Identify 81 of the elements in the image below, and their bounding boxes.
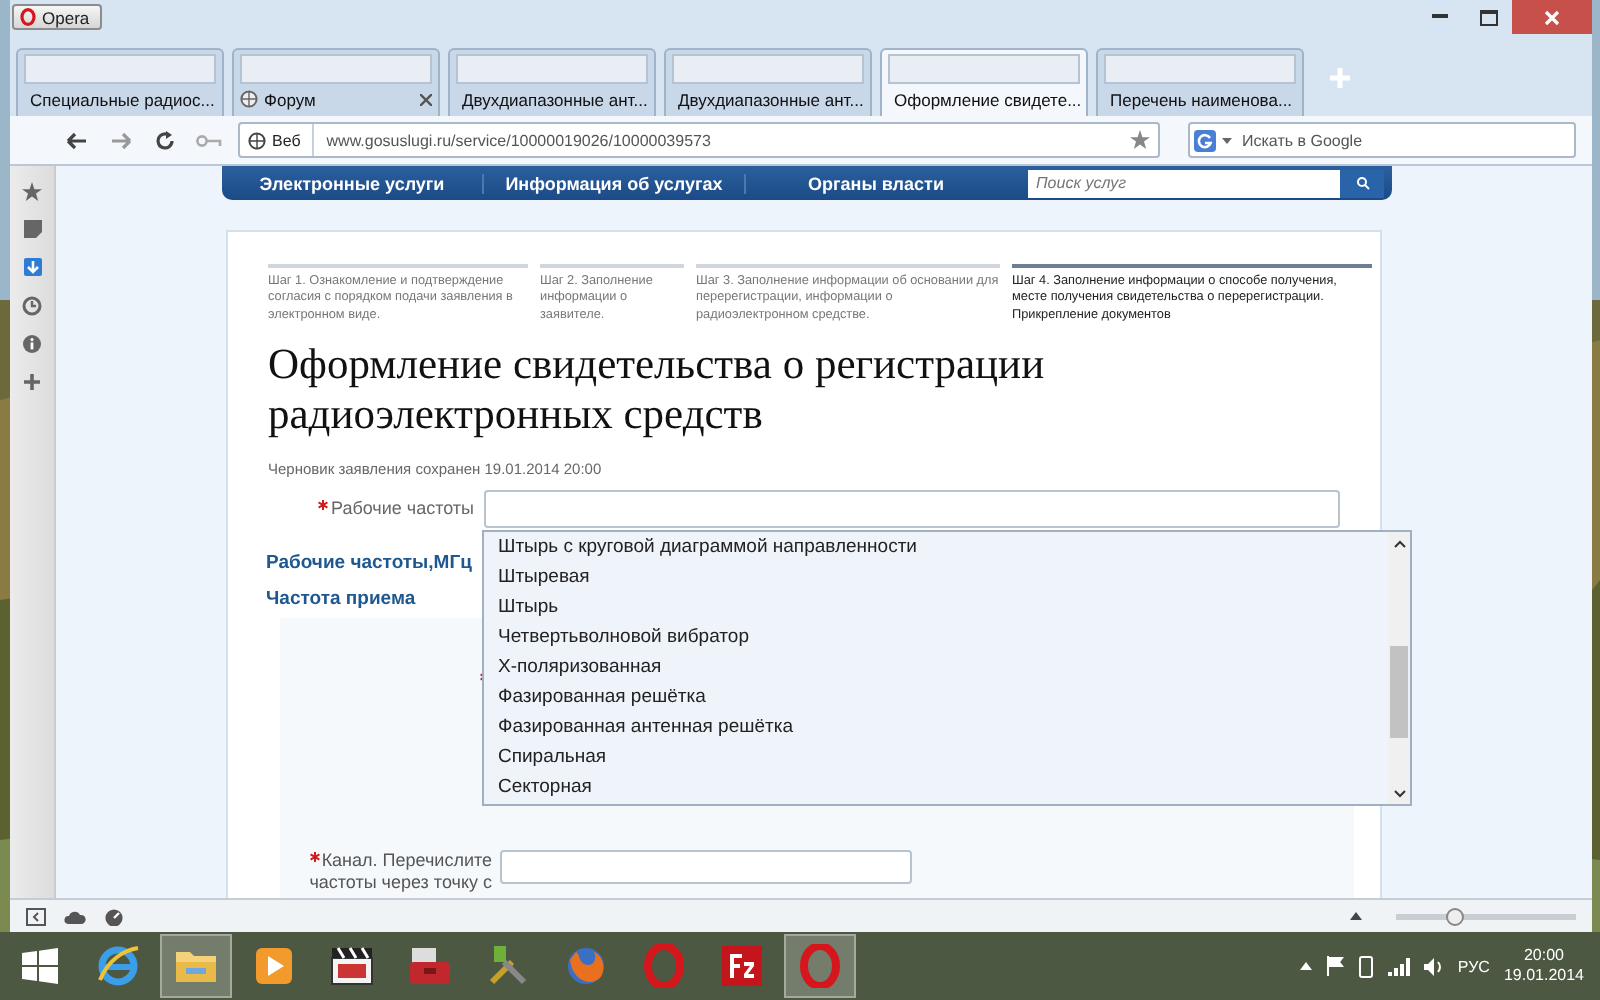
zoom-slider[interactable] (1396, 913, 1576, 919)
cloud-icon[interactable] (64, 909, 86, 923)
browser-tab[interactable]: Двухдиапазонные ант... (448, 48, 656, 116)
caret-icon (1222, 137, 1232, 143)
g-logo-icon (1194, 129, 1216, 151)
fox-globe-icon (564, 944, 608, 988)
search-button[interactable] (1340, 169, 1384, 197)
close-button[interactable] (1512, 0, 1592, 34)
folder-icon (174, 946, 218, 986)
nav-link[interactable]: Органы власти (744, 173, 1006, 193)
section-heading: Рабочие частоты,МГц (266, 551, 472, 574)
close-tab-icon[interactable] (420, 93, 432, 106)
dropdown-option[interactable]: Штыревая (484, 562, 1388, 592)
star-icon[interactable] (20, 178, 44, 204)
tab-title: Перечень наименова... (1110, 89, 1293, 110)
globe-icon (240, 90, 258, 109)
minimize-icon (1432, 14, 1448, 20)
windows-icon (22, 948, 58, 984)
panel-toggle-icon[interactable] (26, 907, 46, 925)
tab-title: Оформление свидете... (894, 89, 1082, 110)
dropdown-option[interactable]: Секторная (484, 772, 1388, 802)
section-subheading: Частота приема (266, 587, 416, 610)
search-icon (1355, 176, 1369, 190)
browser-tab[interactable]: Оформление свидете... (880, 48, 1088, 116)
scroll-thumb[interactable] (1390, 646, 1408, 738)
browser-tab[interactable]: Специальные радиос... (16, 48, 224, 116)
star-icon[interactable] (1130, 130, 1150, 150)
dropdown-option[interactable]: Фазированная антенная решётка (484, 712, 1388, 742)
note-icon[interactable] (20, 216, 44, 242)
dropdown-option[interactable]: X-поляризованная (484, 652, 1388, 682)
search-field[interactable]: Искать в Google (1188, 122, 1576, 158)
search-input[interactable]: Искать в Google (1238, 129, 1574, 151)
dropdown-option[interactable]: Спиральная (484, 742, 1388, 772)
speedometer-icon[interactable] (104, 907, 124, 925)
clock[interactable]: 20:00 19.01.2014 (1503, 946, 1584, 986)
service-search-field[interactable]: Поиск услуг (1028, 169, 1340, 197)
dropdown-option[interactable]: Фазированная решётка (484, 682, 1388, 712)
language-indicator[interactable]: РУС (1457, 957, 1490, 975)
up-arrow-icon[interactable] (1299, 962, 1312, 970)
maximize-icon (1479, 9, 1497, 25)
o-logo-icon (644, 944, 684, 988)
url-text: www.gosuslugi.ru/service/10000019026/10000039573 (324, 131, 713, 149)
browser-tab[interactable]: Перечень наименова... (1096, 48, 1304, 116)
phone-icon[interactable] (1357, 955, 1374, 977)
tools-icon (486, 944, 530, 988)
reload-button[interactable] (150, 126, 178, 154)
o-logo-icon (20, 8, 36, 26)
web-badge[interactable]: Веб (240, 124, 315, 156)
browser-tab[interactable]: Форум (232, 48, 440, 116)
scrollbar[interactable] (1388, 532, 1410, 804)
address-field[interactable]: Веб www.gosuslugi.ru/service/10000019026/10000039573 (238, 122, 1160, 158)
page-title: Оформление свидетельства о регистрации радиоэлектронных средств (268, 339, 1047, 440)
toolbox-icon (408, 946, 452, 986)
tab-title: Двухдиапазонные ант... (678, 89, 864, 110)
fz-logo-icon (720, 944, 764, 988)
field-label: Рабочие частоты (268, 497, 484, 520)
e-globe-icon (96, 944, 140, 988)
opera-menu-button[interactable]: Opera (12, 4, 102, 30)
tab-title: Форум (264, 89, 316, 110)
add-icon[interactable] (20, 368, 44, 394)
browser-tab[interactable]: Двухдиапазонные ант... (664, 48, 872, 116)
play-icon (254, 946, 294, 986)
up-arrow-icon[interactable] (1350, 912, 1362, 920)
o-logo-icon (800, 944, 840, 988)
nav-link[interactable]: Информация об услугах (482, 173, 744, 193)
nav-link[interactable]: Электронные услуги (222, 173, 482, 193)
signal-icon[interactable] (1387, 957, 1410, 975)
dropdown-option[interactable]: Четвертьволновой вибратор (484, 622, 1388, 652)
dropdown-option[interactable]: Штырь с круговой диаграммой направленности (484, 532, 1388, 562)
download-icon[interactable] (20, 254, 44, 280)
close-icon (1544, 9, 1560, 25)
info-icon[interactable] (20, 330, 44, 356)
tab-title: Специальные радиос... (30, 89, 215, 110)
clock-icon[interactable] (20, 292, 44, 318)
clapper-icon (330, 946, 374, 986)
field-label: Канал. Перечислите частоты через точку с (307, 849, 494, 894)
speaker-icon[interactable] (1423, 957, 1444, 975)
tab-title: Двухдиапазонные ант... (462, 89, 648, 110)
dropdown-option[interactable]: Штырь (484, 592, 1388, 622)
flag-icon[interactable] (1325, 956, 1344, 976)
channel-input[interactable] (500, 849, 912, 884)
